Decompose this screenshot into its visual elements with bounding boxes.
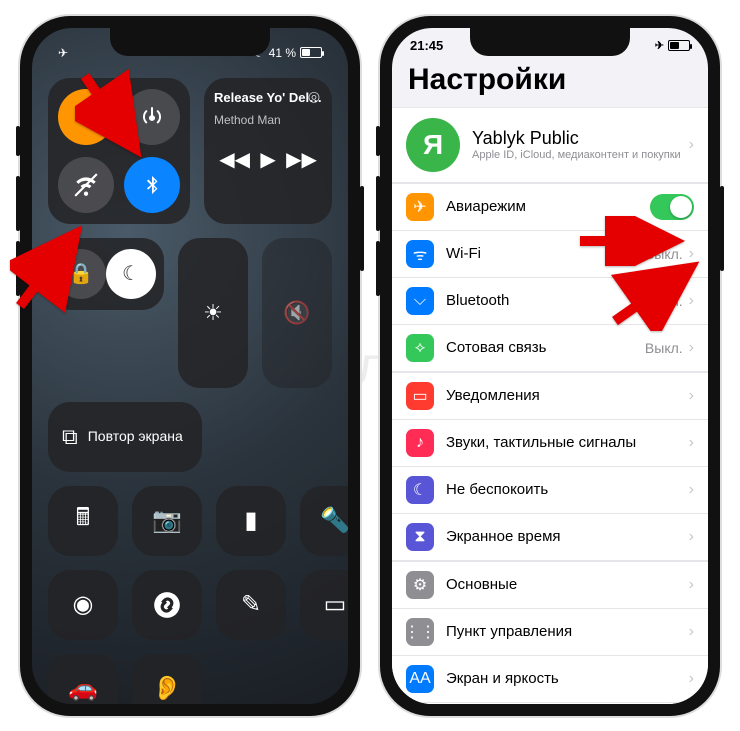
connectivity-row-2[interactable]: ⌵ BluetoothВкл. › [392,278,708,325]
row-label: Звуки, тактильные сигналы [446,434,689,451]
profile-name: Yablyk Public [472,128,689,149]
chevron-right-icon: › [689,434,694,452]
row-icon: ▭ [406,382,434,410]
chevron-right-icon: › [689,481,694,499]
wifi-off-icon [73,172,99,198]
airplane-mode-toggle[interactable]: ✈ [58,89,114,145]
dnd-button[interactable]: ☾ [106,249,156,299]
general-row-0[interactable]: ⚙ Основные› [392,562,708,609]
avatar: Я [406,118,460,172]
battery-pct: 41 % [269,46,296,60]
notifications-row-0[interactable]: ▭ Уведомления› [392,373,708,420]
row-label: Не беспокоить [446,481,689,498]
row-label: Пункт управления [446,623,689,640]
chevron-right-icon: › [689,528,694,546]
row-label: Основные [446,576,689,593]
wifi-toggle[interactable] [58,157,114,213]
row-label: Wi-Fi [446,245,645,262]
screen-mirror-button[interactable]: ⧉ Повтор экрана [48,402,202,472]
status-time: 21:45 [410,38,443,53]
airplane-indicator: ✈ [655,39,664,52]
antenna-icon [140,105,164,129]
notifications-row-2[interactable]: ☾ Не беспокоить› [392,467,708,514]
chevron-right-icon: › [689,623,694,641]
row-icon: AA [406,665,434,693]
page-title: Настройки [392,55,708,107]
row-value: Вкл. [655,293,683,309]
camera-button[interactable]: 📷 [132,486,202,556]
flashlight-button[interactable]: 🔦 [300,486,348,556]
notifications-row-1[interactable]: ♪ Звуки, тактильные сигналы› [392,420,708,467]
notifications-row-3[interactable]: ⧗ Экранное время› [392,514,708,560]
car-button[interactable]: 🚗 [48,654,118,704]
connectivity-panel[interactable]: ✈ [48,78,190,224]
chevron-right-icon: › [689,292,694,310]
remote-button[interactable]: ▮ [216,486,286,556]
chevron-right-icon: › [689,339,694,357]
chevron-right-icon: › [689,576,694,594]
hearing-button[interactable]: 👂 [132,654,202,704]
general-row-2[interactable]: AA Экран и яркость› [392,656,708,703]
airplane-indicator: ✈ [58,46,68,60]
bluetooth-toggle[interactable] [124,157,180,213]
track-title: Release Yo' Del… [214,90,322,105]
shazam-button[interactable] [132,570,202,640]
row-icon: ⌵ [406,287,434,315]
airplay-icon[interactable]: ◎ [308,88,320,105]
chevron-right-icon: › [689,670,694,688]
screen-mirror-icon: ⧉ [62,424,78,450]
general-row-3[interactable]: ▦Экран «Домой»› [392,703,708,704]
focus-panel: 🔒 ☾ [48,238,164,310]
apple-id-row[interactable]: Я Yablyk Public Apple ID, iCloud, медиак… [392,108,708,182]
track-artist: Method Man [214,113,322,127]
shazam-icon [153,591,181,619]
row-label: Bluetooth [446,292,655,309]
row-icon: ⟡ [406,334,434,362]
chevron-right-icon: › [689,136,694,154]
battery-icon [300,47,322,58]
row-icon: ✈ [406,193,434,221]
row-value: Выкл. [645,246,683,262]
volume-slider[interactable]: 🔇 [262,238,332,388]
screen-mirror-label: Повтор экрана [88,429,183,444]
next-track-button[interactable]: ▶▶ [286,147,317,172]
chevron-right-icon: › [689,387,694,405]
row-icon: ⚙ [406,571,434,599]
brightness-slider[interactable]: ☀ [178,238,248,388]
row-label: Экранное время [446,528,689,545]
row-icon: ☾ [406,476,434,504]
notch [110,28,270,56]
row-icon: ᯤ [406,240,434,268]
battery-icon [668,40,690,51]
row-label: Уведомления [446,387,689,404]
media-panel[interactable]: ◎ Release Yo' Del… Method Man ◀◀ ▶ ▶▶ [204,78,332,224]
play-button[interactable]: ▶ [260,147,275,172]
row-icon: ⧗ [406,523,434,551]
bluetooth-icon [141,174,163,196]
row-icon: ⋮⋮ [406,618,434,646]
connectivity-row-3[interactable]: ⟡ Сотовая связьВыкл. › [392,325,708,371]
notes-button[interactable]: ✎ [216,570,286,640]
row-value: Выкл. [645,340,683,356]
row-icon: ♪ [406,429,434,457]
general-row-1[interactable]: ⋮⋮ Пункт управления› [392,609,708,656]
cellular-toggle[interactable] [124,89,180,145]
profile-sub: Apple ID, iCloud, медиаконтент и покупки [472,149,689,161]
notch [470,28,630,56]
prev-track-button[interactable]: ◀◀ [219,147,250,172]
calculator-button[interactable]: 🖩 [48,486,118,556]
orientation-lock-button[interactable]: 🔒 [56,249,106,299]
phone-control-center: ✈ ☾ 41 % ✈ [20,16,360,716]
phone-settings: 21:45 ✈ Настройки Я Yablyk Public Apple … [380,16,720,716]
connectivity-row-1[interactable]: ᯤ Wi-FiВыкл. › [392,231,708,278]
row-label: Сотовая связь [446,339,645,356]
low-power-button[interactable]: ▭ [300,570,348,640]
chevron-right-icon: › [689,245,694,263]
connectivity-row-0[interactable]: ✈ Авиарежим [392,184,708,231]
screen-record-button[interactable]: ◉ [48,570,118,640]
row-label: Экран и яркость [446,670,689,687]
toggle-switch[interactable] [650,194,694,220]
row-label: Авиарежим [446,198,650,215]
